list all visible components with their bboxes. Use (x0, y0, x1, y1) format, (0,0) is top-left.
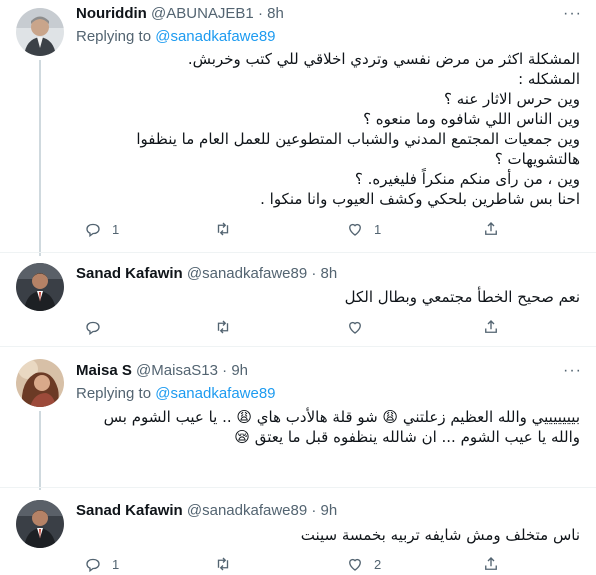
author-name[interactable]: Sanad Kafawin (76, 502, 183, 519)
replying-to: Replying to @sanadkafawe89 (76, 384, 276, 404)
tweet-header: Sanad Kafawin @sanadkafawe89 · 8h (76, 264, 337, 284)
share-button[interactable] (482, 554, 500, 574)
retweet-button[interactable] (214, 219, 242, 239)
tweet-text-line: ناس متخلف ومش شايفه تربيه بخمسة سينت (300, 526, 580, 544)
reply-count: 1 (112, 221, 120, 237)
timestamp[interactable]: 9h (231, 362, 248, 379)
avatar-nouriddin[interactable] (16, 8, 64, 56)
reply-icon (86, 321, 100, 336)
reply-button[interactable] (84, 317, 112, 337)
author-handle[interactable]: @MaisaS13 (136, 362, 218, 379)
tweet-3[interactable]: Maisa S @MaisaS13 · 9h ··· Replying to @… (0, 347, 596, 490)
separator-dot: · (257, 5, 263, 22)
tweet-header: Maisa S @MaisaS13 · 9h (76, 361, 248, 381)
author-name[interactable]: Maisa S (76, 362, 132, 379)
tweet-text-line: وين ، من رأى منكم منكراً فليغيره. ؟ (354, 170, 580, 188)
timestamp[interactable]: 8h (321, 265, 338, 282)
retweet-button[interactable] (214, 317, 242, 337)
tweet-text-line: المشكلة اكثر من مرض نفسي وتردي اخلاقي لل… (187, 50, 580, 68)
more-icon[interactable]: ··· (563, 361, 582, 381)
tweet-text-line: وين الناس اللي شافوه وما منعوه ؟ (363, 110, 580, 128)
retweet-icon (217, 557, 229, 571)
heart-icon (349, 321, 361, 334)
reply-icon (86, 223, 100, 238)
replying-to-link[interactable]: @sanadkafawe89 (155, 28, 275, 45)
tweet-text-line: احنا بس شاطرين بلحكي وكشف العيوب وانا من… (260, 190, 580, 208)
avatar-sanad-kafawin[interactable] (16, 263, 64, 311)
separator-dot: · (311, 502, 317, 519)
avatar-sanad-kafawin[interactable] (16, 500, 64, 548)
tweet-text: المشكلة اكثر من مرض نفسي وتردي اخلاقي لل… (76, 49, 580, 209)
tweet-2[interactable]: Sanad Kafawin @sanadkafawe89 · 8h نعم صح… (0, 253, 596, 346)
replying-to-label: Replying to (76, 385, 152, 402)
timestamp[interactable]: 8h (267, 5, 284, 22)
retweet-icon (217, 320, 229, 334)
retweet-button[interactable] (214, 554, 242, 574)
tweet-header: Sanad Kafawin @sanadkafawe89 · 9h (76, 501, 337, 521)
retweet-icon (217, 222, 229, 236)
separator-dot: · (311, 265, 317, 282)
thread-line (39, 411, 41, 490)
like-button[interactable]: 2 (346, 554, 381, 574)
heart-icon (349, 223, 361, 236)
tweet-1[interactable]: Nouriddin @ABUNAJEB1 · 8h ··· Replying t… (0, 0, 596, 256)
like-count: 2 (374, 556, 382, 572)
like-count: 1 (374, 221, 382, 237)
tweet-text-line: بيييييييي والله العظيم زعلتني 😩 شو قلة ه… (103, 408, 580, 426)
replying-to: Replying to @sanadkafawe89 (76, 27, 276, 47)
more-icon[interactable]: ··· (563, 4, 582, 24)
tweet-text: نعم صحيح الخطأ مجتمعي وبطال الكل (76, 287, 580, 307)
tweet-text: بيييييييي والله العظيم زعلتني 😩 شو قلة ه… (76, 407, 580, 447)
tweet-4[interactable]: Sanad Kafawin @sanadkafawe89 · 9h ناس مت… (0, 488, 596, 575)
heart-icon (349, 558, 361, 571)
tweet-text-line: المشكله : (518, 70, 580, 88)
share-icon (485, 557, 497, 570)
share-button[interactable] (482, 219, 500, 239)
thread-line (39, 60, 41, 256)
tweet-text-line: وين جمعيات المجتمع المدني والشباب المتطو… (136, 130, 580, 148)
author-handle[interactable]: @sanadkafawe89 (187, 265, 307, 282)
tweet-text-line: نعم صحيح الخطأ مجتمعي وبطال الكل (344, 288, 580, 306)
reply-button[interactable]: 1 (84, 219, 119, 239)
share-icon (485, 320, 497, 333)
timestamp[interactable]: 9h (321, 502, 338, 519)
tweet-actions (76, 317, 516, 337)
avatar-maisa-s[interactable] (16, 359, 64, 407)
reply-count: 1 (112, 556, 120, 572)
tweet-text-line: هالتشويهات ؟ (494, 150, 580, 168)
share-icon (485, 222, 497, 235)
reply-icon (86, 558, 100, 573)
tweet-actions: 1 2 (76, 554, 516, 574)
tweet-header: Nouriddin @ABUNAJEB1 · 8h (76, 4, 284, 24)
separator-dot: · (222, 362, 228, 379)
reply-button[interactable]: 1 (84, 554, 119, 574)
tweet-text: ناس متخلف ومش شايفه تربيه بخمسة سينت (76, 525, 580, 545)
like-button[interactable]: 1 (346, 219, 381, 239)
share-button[interactable] (482, 317, 500, 337)
replying-to-label: Replying to (76, 28, 152, 45)
tweet-text-line: وين حرس الاثار عنه ؟ (444, 90, 580, 108)
author-handle[interactable]: @ABUNAJEB1 (151, 5, 254, 22)
tweet-actions: 1 1 (76, 219, 516, 239)
author-name[interactable]: Nouriddin (76, 5, 147, 22)
author-handle[interactable]: @sanadkafawe89 (187, 502, 307, 519)
author-name[interactable]: Sanad Kafawin (76, 265, 183, 282)
like-button[interactable] (346, 317, 374, 337)
replying-to-link[interactable]: @sanadkafawe89 (155, 385, 275, 402)
tweet-text-line: والله يا عيب الشوم ... ان شالله ينظفوه ق… (234, 428, 580, 446)
